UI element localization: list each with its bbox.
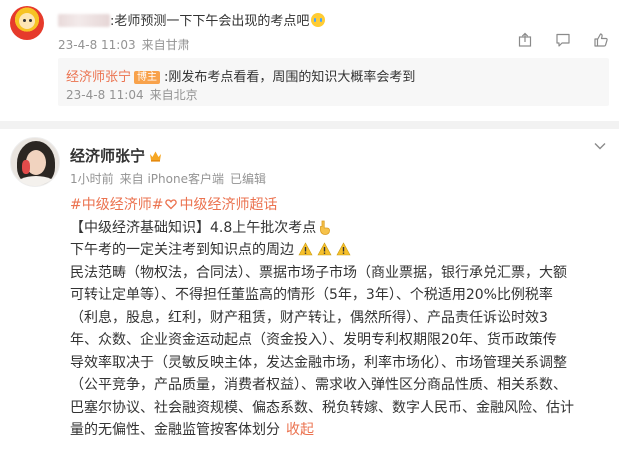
reply-location: 来自北京 xyxy=(149,88,198,102)
reply-box[interactable]: 经济师张宁 博主:刚发布考点看看，周围的知识大概率会考到 23-4-8 11:04… xyxy=(58,58,609,106)
post-meta: 1小时前 来自 iPhone客户端 已编辑 xyxy=(70,170,266,187)
post-title: 【中级经济基础知识】4.8上午批次考点 xyxy=(70,217,610,240)
post-time[interactable]: 1小时前 xyxy=(70,172,114,186)
comment-icon[interactable] xyxy=(555,32,571,48)
post-subtitle: 下午考的一定关注考到知识点的周边 xyxy=(70,239,610,262)
post-author[interactable]: 经济师张宁 xyxy=(70,145,162,166)
comment-actions xyxy=(517,32,609,48)
like-icon[interactable] xyxy=(593,32,609,48)
cry-emoji-icon xyxy=(311,13,326,27)
warning-icon xyxy=(317,242,332,256)
collapse-link[interactable]: 收起 xyxy=(286,422,314,438)
post-line: （利息，股息，红利，财产租赁，财产转让，偶然所得）、产品责任诉讼时效3 xyxy=(70,309,548,326)
topics-line: #中级经济师# 中级经济师超话 xyxy=(70,194,610,217)
comment-location: 来自甘肃 xyxy=(141,38,190,52)
point-down-icon xyxy=(320,220,331,235)
comment-date: 23-4-8 11:03 xyxy=(58,38,136,52)
crown-icon xyxy=(150,151,162,162)
warning-icon xyxy=(336,242,351,256)
reply-text: :刚发布考点看看，周围的知识大概率会考到 xyxy=(164,70,416,85)
warning-icon xyxy=(298,242,313,256)
post-source: 来自 iPhone客户端 xyxy=(119,172,224,186)
post-line: 量的无偏性、金融监管按客体划分 xyxy=(70,422,280,438)
reply-meta: 23-4-8 11:04 来自北京 xyxy=(66,86,198,103)
post-title-text: 【中级经济基础知识】4.8上午批次考点 xyxy=(70,219,317,236)
post-author-name[interactable]: 经济师张宁 xyxy=(70,147,145,165)
commenter-avatar[interactable] xyxy=(10,6,44,40)
comment-item: :老师预测一下下午会出现的考点吧 23-4-8 11:03 来自甘肃 经济师张宁博… xyxy=(0,0,619,118)
share-icon[interactable] xyxy=(517,32,533,48)
comment-text: 老师预测一下下午会出现的考点吧 xyxy=(114,14,310,29)
post-line: （公平竞争，产品质量，消费者权益）、需求收入弹性区分商品性质、相关系数、 xyxy=(70,377,567,393)
reply-line: 经济师张宁 博主:刚发布考点看看，周围的知识大概率会考到 xyxy=(66,66,415,85)
post-line: 巴塞尔协议、社会融资规模、偏态系数、税负转嫁、数字人民币、金融风险、估计 xyxy=(70,399,574,416)
post-line: 民法范畴（物权法，合同法）、票据市场子市场（商业票据，银行承兑汇票，大额 xyxy=(70,264,567,281)
post-edited[interactable]: 已编辑 xyxy=(230,172,266,186)
reply-author-link[interactable]: 经济师张宁 xyxy=(66,70,131,85)
topic-link[interactable]: #中级经济师# xyxy=(70,197,163,213)
reply-date: 23-4-8 11:04 xyxy=(66,88,144,102)
author-avatar[interactable] xyxy=(10,137,60,187)
comment-text-line: :老师预测一下下午会出现的考点吧 xyxy=(58,10,326,29)
post-line: 导效率取决于（灵敏反映主体，发达金融市场，利率市场化）、市场管理关系调整 xyxy=(70,354,567,371)
super-topic-link[interactable]: 中级经济师超话 xyxy=(179,197,277,213)
post-body: #中级经济师# 中级经济师超话 【中级经济基础知识】4.8上午批次考点 下午考的… xyxy=(70,194,610,442)
post-line: 可转让定单等）、不得担任董监高的情形（5年，3年）、个税适用20%比例税率 xyxy=(70,287,553,303)
super-topic-icon xyxy=(165,199,178,210)
commenter-name-redacted[interactable] xyxy=(58,14,110,27)
section-divider xyxy=(0,121,619,129)
post-line: 年、众数、企业资金运动起点（资金投入）、发明专利权期限20年、货币政策传 xyxy=(70,332,557,348)
comment-meta: 23-4-8 11:03 来自甘肃 xyxy=(58,36,190,53)
blogger-badge: 博主 xyxy=(134,71,161,84)
post-last-line: 量的无偏性、金融监管按客体划分 收起 xyxy=(70,419,610,442)
chevron-down-icon[interactable] xyxy=(593,139,607,153)
post-subtitle-text: 下午考的一定关注考到知识点的周边 xyxy=(70,242,294,258)
